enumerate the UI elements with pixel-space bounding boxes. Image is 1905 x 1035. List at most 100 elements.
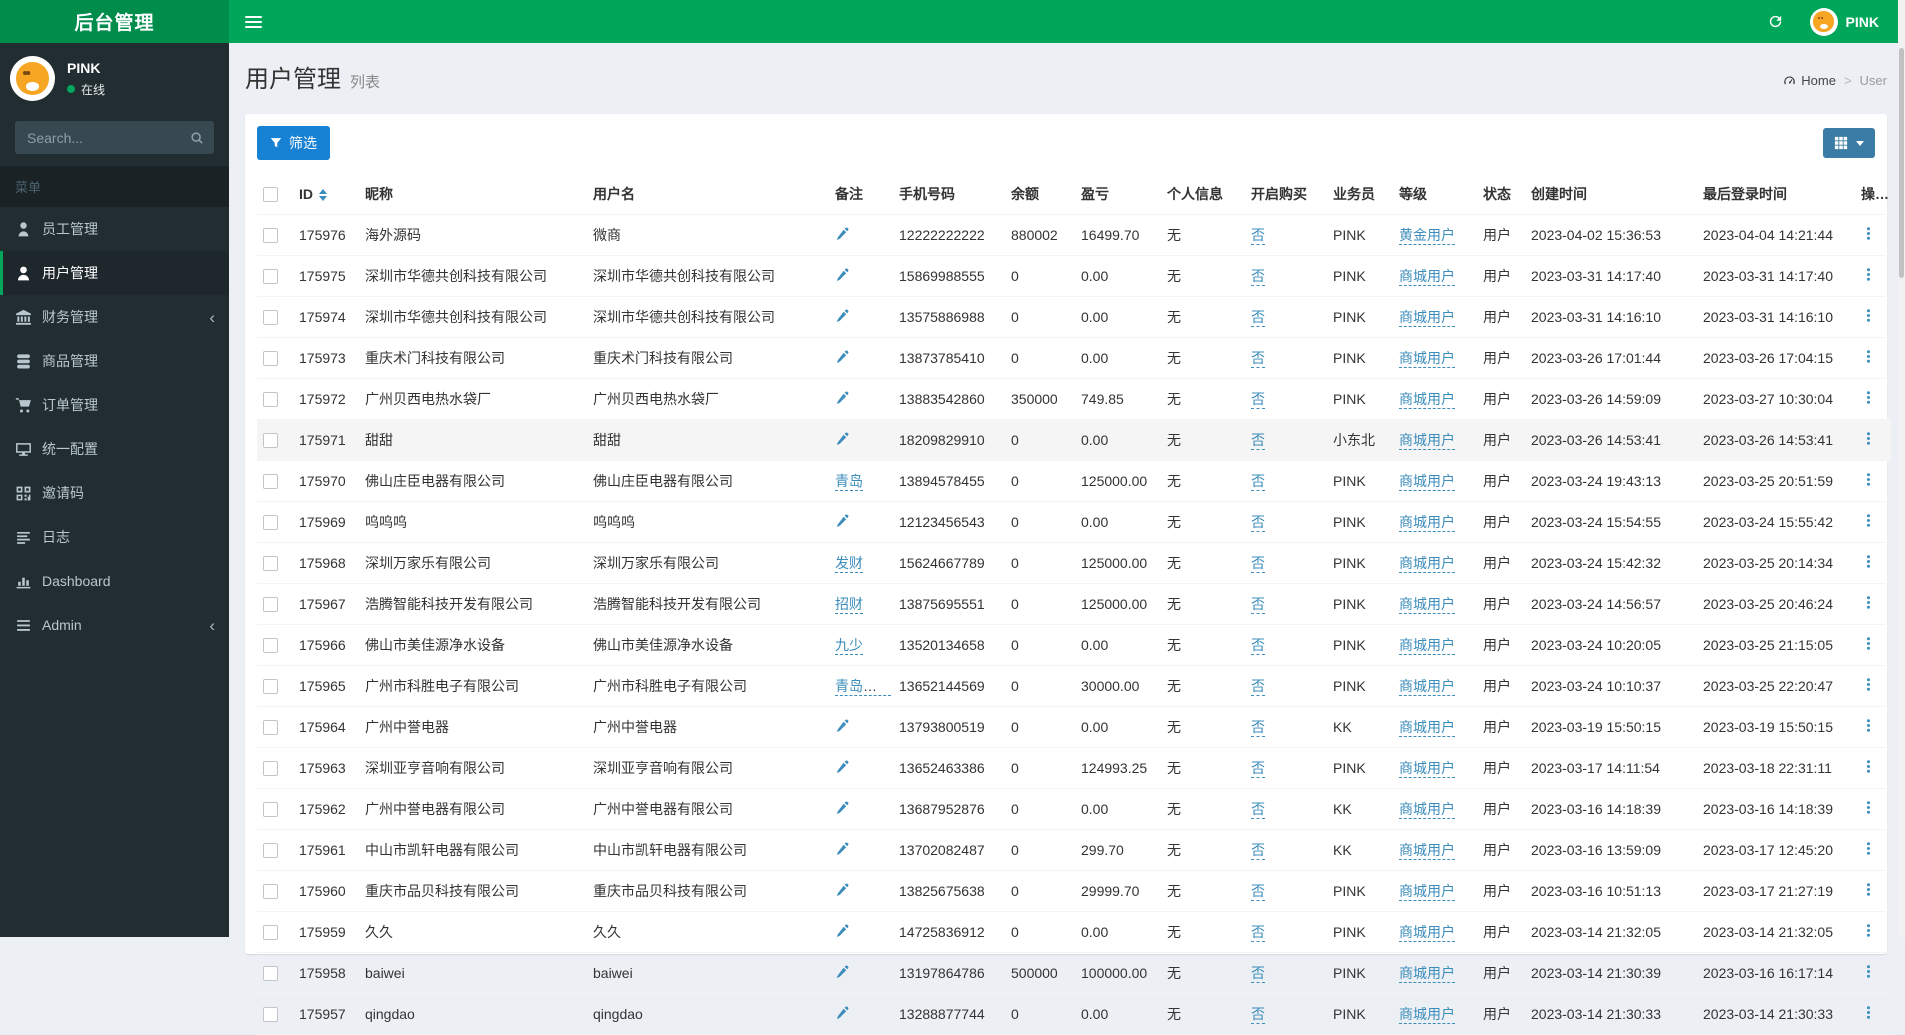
row-checkbox[interactable]	[263, 925, 278, 940]
level-link[interactable]: 商城用户	[1399, 678, 1455, 696]
level-link[interactable]: 商城用户	[1399, 637, 1455, 655]
level-link[interactable]: 商城用户	[1399, 760, 1455, 778]
level-link[interactable]: 商城用户	[1399, 596, 1455, 614]
purchase-toggle-link[interactable]: 否	[1251, 391, 1265, 409]
level-link[interactable]: 黄金用户	[1399, 227, 1455, 245]
row-checkbox[interactable]	[263, 228, 278, 243]
level-link[interactable]: 商城用户	[1399, 391, 1455, 409]
pencil-icon[interactable]	[835, 884, 849, 900]
row-checkbox[interactable]	[263, 638, 278, 653]
purchase-toggle-link[interactable]: 否	[1251, 350, 1265, 368]
row-actions-icon[interactable]	[1861, 677, 1876, 692]
sidebar-link-邀请码[interactable]: 邀请码	[0, 471, 229, 515]
level-link[interactable]: 商城用户	[1399, 801, 1455, 819]
purchase-toggle-link[interactable]: 否	[1251, 965, 1265, 983]
purchase-toggle-link[interactable]: 否	[1251, 473, 1265, 491]
sidebar-link-统一配置[interactable]: 统一配置	[0, 427, 229, 471]
level-link[interactable]: 商城用户	[1399, 924, 1455, 942]
level-link[interactable]: 商城用户	[1399, 555, 1455, 573]
pencil-icon[interactable]	[835, 761, 849, 777]
sidebar-link-Admin[interactable]: Admin‹	[0, 603, 229, 647]
pencil-icon[interactable]	[835, 966, 849, 982]
columns-dropdown-button[interactable]	[1823, 128, 1875, 158]
pencil-icon[interactable]	[835, 269, 849, 285]
pencil-icon[interactable]	[835, 1007, 849, 1023]
purchase-toggle-link[interactable]: 否	[1251, 678, 1265, 696]
row-actions-icon[interactable]	[1861, 226, 1876, 241]
row-actions-icon[interactable]	[1861, 718, 1876, 733]
pencil-icon[interactable]	[835, 843, 849, 859]
sidebar-link-财务管理[interactable]: 财务管理‹	[0, 295, 229, 339]
remark-link[interactable]: 九少	[835, 637, 863, 655]
level-link[interactable]: 商城用户	[1399, 883, 1455, 901]
purchase-toggle-link[interactable]: 否	[1251, 637, 1265, 655]
row-checkbox[interactable]	[263, 802, 278, 817]
row-checkbox[interactable]	[263, 269, 278, 284]
row-actions-icon[interactable]	[1861, 513, 1876, 528]
row-actions-icon[interactable]	[1861, 964, 1876, 979]
brand-logo[interactable]: 后台管理	[0, 0, 229, 43]
row-checkbox[interactable]	[263, 597, 278, 612]
refresh-icon[interactable]	[1767, 13, 1784, 30]
level-link[interactable]: 商城用户	[1399, 965, 1455, 983]
remark-link[interactable]: 青岛	[835, 473, 863, 491]
sidebar-link-商品管理[interactable]: 商品管理	[0, 339, 229, 383]
level-link[interactable]: 商城用户	[1399, 842, 1455, 860]
row-checkbox[interactable]	[263, 515, 278, 530]
pencil-icon[interactable]	[835, 433, 849, 449]
level-link[interactable]: 商城用户	[1399, 719, 1455, 737]
purchase-toggle-link[interactable]: 否	[1251, 227, 1265, 245]
breadcrumb-home-link[interactable]: Home	[1783, 73, 1836, 88]
select-all-checkbox[interactable]	[263, 187, 278, 202]
row-checkbox[interactable]	[263, 966, 278, 981]
purchase-toggle-link[interactable]: 否	[1251, 842, 1265, 860]
row-actions-icon[interactable]	[1861, 390, 1876, 405]
remark-link[interactable]: 青岛九少	[835, 678, 891, 696]
purchase-toggle-link[interactable]: 否	[1251, 719, 1265, 737]
row-actions-icon[interactable]	[1861, 308, 1876, 323]
purchase-toggle-link[interactable]: 否	[1251, 309, 1265, 327]
hamburger-icon[interactable]	[229, 0, 277, 43]
row-checkbox[interactable]	[263, 720, 278, 735]
row-checkbox[interactable]	[263, 556, 278, 571]
purchase-toggle-link[interactable]: 否	[1251, 432, 1265, 450]
row-actions-icon[interactable]	[1861, 554, 1876, 569]
row-actions-icon[interactable]	[1861, 759, 1876, 774]
pencil-icon[interactable]	[835, 720, 849, 736]
remark-link[interactable]: 招财	[835, 596, 863, 614]
level-link[interactable]: 商城用户	[1399, 473, 1455, 491]
row-checkbox[interactable]	[263, 392, 278, 407]
row-checkbox[interactable]	[263, 679, 278, 694]
sidebar-link-订单管理[interactable]: 订单管理	[0, 383, 229, 427]
pencil-icon[interactable]	[835, 515, 849, 531]
search-button[interactable]	[190, 131, 214, 145]
purchase-toggle-link[interactable]: 否	[1251, 760, 1265, 778]
purchase-toggle-link[interactable]: 否	[1251, 514, 1265, 532]
filter-button[interactable]: 筛选	[257, 126, 330, 160]
navbar-user-menu[interactable]: PINK	[1810, 8, 1879, 36]
row-actions-icon[interactable]	[1861, 595, 1876, 610]
purchase-toggle-link[interactable]: 否	[1251, 801, 1265, 819]
online-status[interactable]: 在线	[67, 81, 105, 98]
pencil-icon[interactable]	[835, 351, 849, 367]
row-checkbox[interactable]	[263, 1007, 278, 1022]
level-link[interactable]: 商城用户	[1399, 309, 1455, 327]
row-actions-icon[interactable]	[1861, 636, 1876, 651]
remark-link[interactable]: 发财	[835, 555, 863, 573]
row-actions-icon[interactable]	[1861, 267, 1876, 282]
purchase-toggle-link[interactable]: 否	[1251, 883, 1265, 901]
row-actions-icon[interactable]	[1861, 841, 1876, 856]
sidebar-link-Dashboard[interactable]: Dashboard	[0, 559, 229, 603]
purchase-toggle-link[interactable]: 否	[1251, 268, 1265, 286]
row-checkbox[interactable]	[263, 433, 278, 448]
sidebar-link-用户管理[interactable]: 用户管理	[0, 251, 229, 295]
pencil-icon[interactable]	[835, 802, 849, 818]
pencil-icon[interactable]	[835, 392, 849, 408]
purchase-toggle-link[interactable]: 否	[1251, 596, 1265, 614]
level-link[interactable]: 商城用户	[1399, 432, 1455, 450]
row-actions-icon[interactable]	[1861, 472, 1876, 487]
row-actions-icon[interactable]	[1861, 349, 1876, 364]
row-checkbox[interactable]	[263, 474, 278, 489]
row-checkbox[interactable]	[263, 761, 278, 776]
row-checkbox[interactable]	[263, 351, 278, 366]
